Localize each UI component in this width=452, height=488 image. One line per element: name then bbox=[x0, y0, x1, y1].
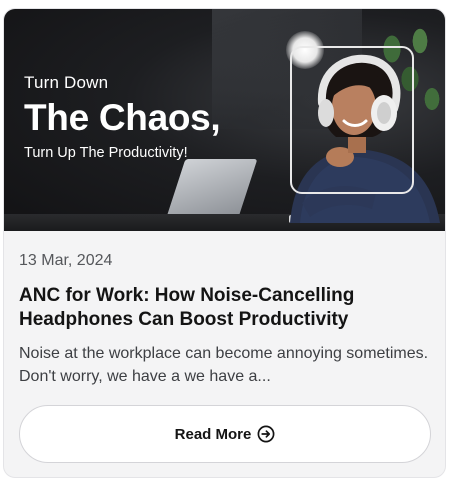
banner-headline: The Chaos, bbox=[24, 97, 221, 138]
banner-tagline: Turn Up The Productivity! bbox=[24, 145, 188, 161]
banner-line-1: Turn Down bbox=[24, 73, 109, 92]
post-excerpt: Noise at the workplace can become annoyi… bbox=[19, 345, 429, 385]
banner-image: Turn Down The Chaos, Turn Up The Product… bbox=[4, 9, 445, 231]
read-more-label: Read More bbox=[174, 425, 252, 443]
post-date: 13 Mar, 2024 bbox=[19, 252, 113, 269]
laptop-illustration bbox=[166, 159, 258, 217]
read-more-button[interactable]: Read More bbox=[19, 405, 431, 463]
arrow-right-circle-icon bbox=[257, 425, 275, 443]
blog-post-card[interactable]: Turn Down The Chaos, Turn Up The Product… bbox=[3, 8, 446, 478]
photo-frame-outline bbox=[290, 46, 414, 194]
post-title[interactable]: ANC for Work: How Noise-Cancelling Headp… bbox=[19, 284, 439, 332]
